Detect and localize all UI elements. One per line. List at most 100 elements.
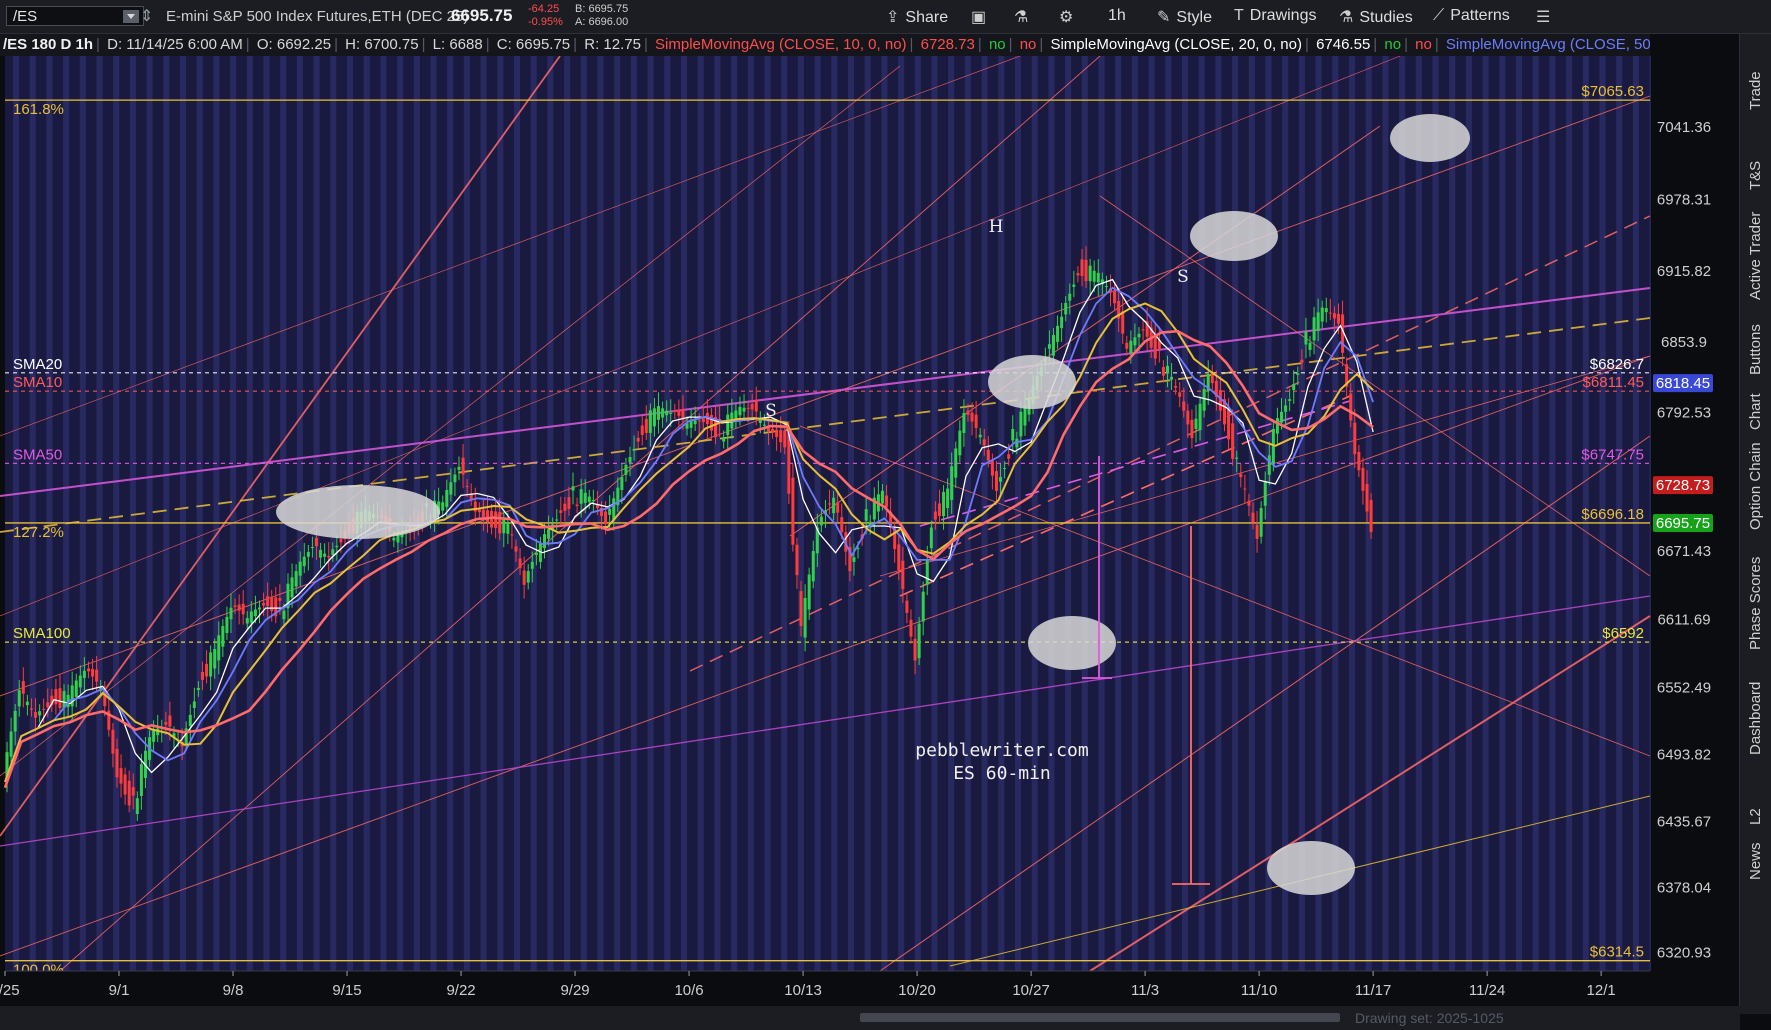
- instrument-description: E-mini S&P 500 Index Futures,ETH (DEC 25…: [166, 8, 469, 25]
- candle-body: [799, 591, 803, 627]
- session-stripe: [29, 56, 36, 971]
- candle-body: [636, 437, 640, 442]
- candle-body: [1011, 428, 1015, 441]
- timeframe-button[interactable]: 1h: [1108, 7, 1126, 27]
- session-stripe: [681, 56, 687, 971]
- price-axis: 7041.36 6978.31 6915.82 6853.9 6792.53 6671.4…: [1651, 56, 1740, 1006]
- sidebar-tab-trade[interactable]: Trade: [1740, 71, 1771, 110]
- candle-body: [905, 600, 909, 613]
- bar-open: O: 6692.25: [256, 36, 332, 53]
- symbol-selector[interactable]: /ES: [6, 6, 144, 26]
- share-button[interactable]: ⇪ Share: [886, 7, 948, 27]
- candle-body: [1259, 508, 1263, 537]
- candle-body: [135, 798, 139, 815]
- sma50-study[interactable]: SimpleMovingAvg (CLOSE, 50, 0...: [1443, 36, 1650, 53]
- sidebar-tab-option-chain[interactable]: Option Chain: [1740, 442, 1771, 530]
- sma20-no-1: no: [1384, 36, 1402, 53]
- candle-body: [278, 598, 282, 601]
- chart-type-icon[interactable]: ⇕: [140, 6, 153, 26]
- candle-body: [986, 449, 990, 461]
- candle-body: [803, 598, 807, 638]
- sidebar-tab-t-s[interactable]: T&S: [1740, 161, 1771, 190]
- sidebar-tab-chart[interactable]: Chart: [1740, 393, 1771, 430]
- sma10-study[interactable]: SimpleMovingAvg (CLOSE, 10, 0, no): [652, 36, 910, 53]
- study-info-bar: /ES 180 D 1h | D: 11/14/25 6:00 AM | O: 66…: [0, 34, 1650, 56]
- sma20-study[interactable]: SimpleMovingAvg (CLOSE, 20, 0, no): [1047, 36, 1305, 53]
- price-label-value: 6818.45: [1656, 375, 1710, 392]
- price-axis-tick: 6611.69: [1657, 612, 1710, 629]
- candle-body: [1047, 344, 1051, 349]
- watermark-text: ES 60-min: [953, 763, 1051, 784]
- style-button[interactable]: ✎ Style: [1157, 7, 1212, 27]
- candle-body: [828, 503, 832, 505]
- session-stripe: [764, 56, 771, 971]
- candle-body: [217, 635, 221, 661]
- lab-button[interactable]: ⚗: [1014, 7, 1034, 27]
- sidebar-tab-phase-scores[interactable]: Phase Scores: [1740, 557, 1771, 650]
- settings-button[interactable]: ⚙: [1059, 7, 1079, 27]
- candle-body: [819, 516, 823, 526]
- patterns-button[interactable]: ⟋ Patterns: [1433, 7, 1510, 27]
- session-stripe: [1065, 56, 1072, 971]
- session-stripe: [1566, 56, 1573, 971]
- drawings-button[interactable]: T Drawings: [1234, 7, 1316, 27]
- candle-body: [966, 410, 970, 415]
- grid-button[interactable]: ▣: [971, 7, 992, 27]
- sidebar-tab-buttons[interactable]: Buttons: [1740, 324, 1771, 375]
- studies-button[interactable]: ⚗ Studies: [1339, 7, 1413, 27]
- bid-price: B: 6695.75: [575, 3, 629, 15]
- sidebar-tab-label: Phase Scores: [1747, 556, 1764, 650]
- candle-body: [465, 485, 469, 487]
- session-stripe: [814, 56, 821, 971]
- sidebar-tab-dashboard[interactable]: Dashboard: [1740, 682, 1771, 755]
- sma10-no-2: no: [1019, 36, 1037, 53]
- price-axis-tick: 6435.67: [1657, 813, 1711, 830]
- candle-body: [188, 714, 192, 727]
- sidebar-tab-label: T&S: [1747, 160, 1764, 190]
- price-axis-tick: 6792.53: [1657, 404, 1711, 421]
- price-change-pct: -0.95%: [528, 16, 563, 28]
- menu-button[interactable]: ☰: [1536, 7, 1556, 27]
- sidebar-tab-label: Chart: [1747, 393, 1764, 430]
- candle-body: [502, 517, 506, 534]
- sidebar-tab-news[interactable]: News: [1740, 842, 1771, 880]
- chart-area[interactable]: 161.8% $7065.63 127.2% $6696.18 100.0% $6314.…: [0, 0, 1740, 1006]
- session-stripe: [1415, 56, 1422, 971]
- session-stripe: [96, 56, 103, 971]
- chevron-down-icon[interactable]: [123, 10, 139, 23]
- sma10-value: 6728.73: [920, 36, 975, 53]
- session-stripe: [1232, 56, 1239, 971]
- price-chart[interactable]: 161.8%$7065.63127.2%$6696.18100.0%$6314.…: [0, 0, 1740, 1006]
- sidebar-tab-l2[interactable]: L2: [1740, 808, 1771, 825]
- candle-body: [1337, 313, 1341, 324]
- sidebar-tab-active-trader[interactable]: Active Trader: [1740, 212, 1771, 300]
- candle-body: [1308, 342, 1312, 350]
- menu-icon: ☰: [1536, 9, 1551, 26]
- session-stripe: [1298, 56, 1305, 971]
- candle-body: [933, 511, 937, 520]
- bar-date: D: 11/14/25 6:00 AM: [107, 36, 243, 53]
- price-axis-tick: 7041.36: [1657, 119, 1711, 136]
- candle-body: [738, 406, 742, 416]
- bar-range: R: 12.75: [584, 36, 641, 53]
- candle-body: [510, 534, 514, 536]
- candle-body: [152, 730, 156, 742]
- candle-body: [836, 502, 840, 513]
- candle-body: [192, 701, 196, 709]
- candle-body: [783, 430, 787, 448]
- scrollbar-thumb[interactable]: [860, 1013, 1340, 1022]
- sma-label: SMA50: [13, 446, 62, 463]
- ask-price: A: 6696.00: [575, 16, 629, 28]
- session-stripe: [46, 56, 53, 971]
- sma-value: $6747.75: [1581, 446, 1644, 463]
- candle-body: [665, 410, 669, 416]
- price-axis-tick: 6853.9: [1661, 334, 1707, 351]
- gear-icon: ⚙: [1059, 9, 1074, 26]
- candle-body: [673, 410, 677, 413]
- candle-body: [885, 495, 889, 508]
- candle-body: [200, 671, 204, 680]
- session-stripe: [697, 56, 704, 971]
- time-scrollbar[interactable]: Drawing set: 2025-1025: [0, 1006, 1740, 1030]
- session-stripe: [1048, 56, 1055, 971]
- candle-body: [962, 412, 966, 433]
